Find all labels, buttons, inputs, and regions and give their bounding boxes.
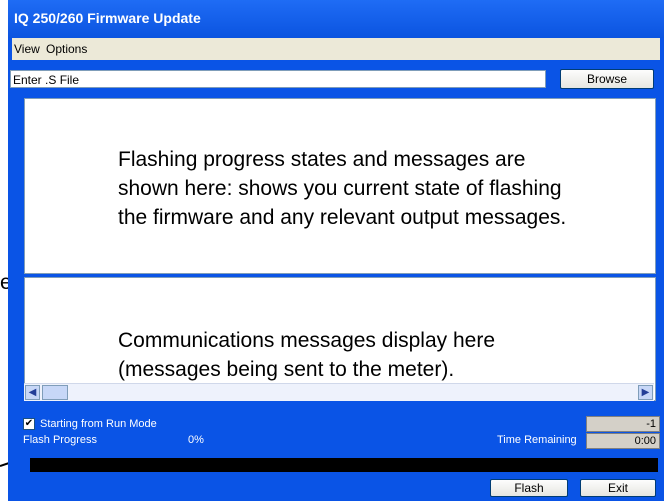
flash-progress-label: Flash Progress xyxy=(23,434,97,446)
status-line-1: Flashing progress states and messages ar… xyxy=(118,148,526,171)
comm-line-2: (messages being sent to the meter). xyxy=(118,358,455,381)
flash-button[interactable]: Flash xyxy=(490,479,568,497)
flash-progress-percent: 0% xyxy=(188,434,204,446)
scroll-thumb[interactable] xyxy=(42,385,68,400)
flash-status-text: Flashing progress states and messages ar… xyxy=(118,145,566,232)
comm-messages-text: Communications messages display here (me… xyxy=(118,326,495,384)
menu-options[interactable]: Options xyxy=(46,42,87,56)
time-remaining-field: 0:00 xyxy=(586,433,660,449)
run-mode-label: Starting from Run Mode xyxy=(40,418,157,430)
menu-bar: View Options xyxy=(12,38,660,60)
run-mode-checkbox[interactable]: ✔ xyxy=(23,418,35,430)
status-line-3: the firmware and any relevant output mes… xyxy=(118,206,567,229)
file-path-input[interactable]: Enter .S File xyxy=(10,70,546,88)
window-title: IQ 250/260 Firmware Update xyxy=(14,10,201,26)
horizontal-scrollbar[interactable]: ◀ ▶ xyxy=(24,383,654,401)
status-line-2: shown here: shows you current state of f… xyxy=(118,177,562,200)
counter-field: -1 xyxy=(586,416,660,432)
scroll-left-arrow-icon[interactable]: ◀ xyxy=(25,385,40,400)
scroll-right-arrow-icon[interactable]: ▶ xyxy=(638,385,653,400)
check-icon: ✔ xyxy=(24,418,34,429)
title-bar[interactable]: IQ 250/260 Firmware Update xyxy=(8,0,664,38)
flash-progress-bar xyxy=(30,458,658,472)
browse-button[interactable]: Browse xyxy=(560,69,654,89)
menu-view[interactable]: View xyxy=(14,42,40,56)
exit-button[interactable]: Exit xyxy=(580,479,656,497)
comm-line-1: Communications messages display here xyxy=(118,329,496,352)
time-remaining-label: Time Remaining xyxy=(497,434,577,446)
